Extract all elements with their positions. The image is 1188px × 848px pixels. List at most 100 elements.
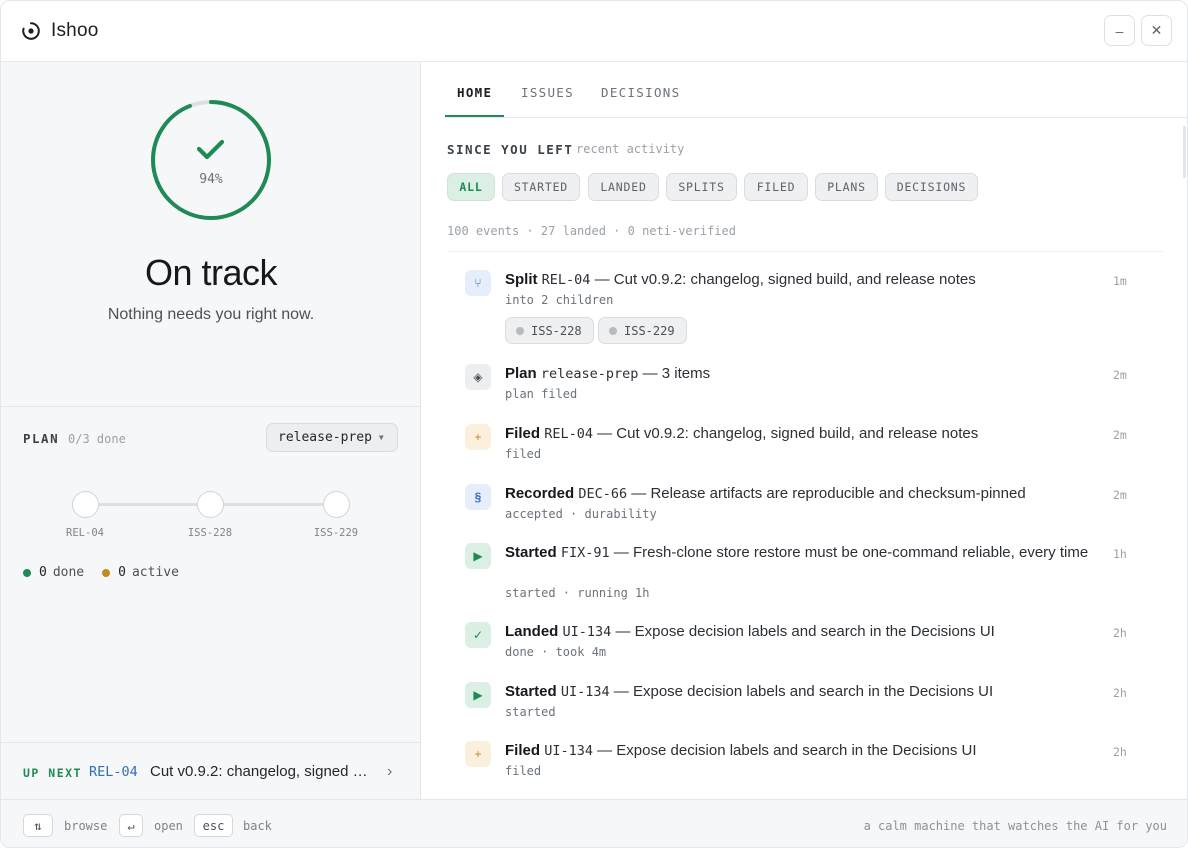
event-title: Recorded DEC-66 — Release artifacts are … xyxy=(505,484,1095,504)
event-meta: plan filed xyxy=(505,387,578,401)
progress-ring xyxy=(151,100,271,220)
footer-bar: ⇅ browse ↵ open esc back a calm machine … xyxy=(1,799,1187,847)
check-icon xyxy=(196,139,225,160)
child-issue-chip[interactable]: ISS-228 xyxy=(505,317,594,344)
filter-decisions[interactable]: DECISIONS xyxy=(885,173,978,201)
child-issue-chip[interactable]: ISS-229 xyxy=(598,317,687,344)
event-verb: Started xyxy=(505,544,557,561)
filter-all[interactable]: ALL xyxy=(447,173,495,201)
event-text: — Release artifacts are reproducible and… xyxy=(627,485,1026,502)
event-text: — Fresh-clone store restore must be one-… xyxy=(609,544,1089,561)
event-time: 2h xyxy=(1113,745,1127,759)
event-id: REL-04 xyxy=(544,426,593,442)
active-dot-icon xyxy=(102,568,111,577)
event-time: 2m xyxy=(1113,368,1127,382)
up-next-bar[interactable]: UP NEXT REL-04 Cut v0.9.2: changelog, si… xyxy=(1,742,420,799)
main-panel: HOME ISSUES DECISIONS SINCE YOU LEFT rec… xyxy=(421,62,1187,799)
event-title: Started UI-134 — Expose decision labels … xyxy=(505,682,1095,702)
activity-subheading: recent activity xyxy=(576,142,685,156)
event-verb: Split xyxy=(505,271,538,288)
kbd-back-key: esc xyxy=(194,814,233,837)
event-title: Filed REL-04 — Cut v0.9.2: changelog, si… xyxy=(505,424,1095,444)
caret-down-icon: ▼ xyxy=(378,433,384,442)
event-text: — Cut v0.9.2: changelog, signed build, a… xyxy=(592,425,979,442)
event-title: Started FIX-91 — Fresh-clone store resto… xyxy=(505,543,1095,563)
up-next-id: REL-04 xyxy=(89,764,138,780)
plan-select-value: release-prep xyxy=(278,430,372,445)
close-button[interactable]: ✕ xyxy=(1141,15,1172,46)
event-meta: accepted · durability xyxy=(505,507,657,521)
event-meta: done · took 4m xyxy=(505,645,607,659)
event-id: DEC-66 xyxy=(578,486,628,502)
event-title: Plan release-prep — 3 items xyxy=(505,364,1095,384)
event-meta: filed xyxy=(505,447,542,461)
filter-started[interactable]: STARTED xyxy=(502,173,580,201)
event-verb: Plan xyxy=(505,365,537,382)
filter-filed[interactable]: FILED xyxy=(744,173,808,201)
plan-node[interactable] xyxy=(197,491,224,518)
status-title: On track xyxy=(144,252,278,293)
app-window: Ishoo – ✕ 94% On track Nothing needs you… xyxy=(0,0,1188,848)
title-bar: Ishoo – ✕ xyxy=(1,1,1187,62)
section-icon: § xyxy=(465,484,491,510)
event-text: — Expose decision labels and search in t… xyxy=(609,683,994,700)
event-meta: filed xyxy=(505,764,542,778)
status-panel: 94% On track Nothing needs you right now… xyxy=(1,62,421,799)
kbd-back-label: back xyxy=(243,819,272,833)
app-title: Ishoo xyxy=(51,20,99,41)
kbd-open-key: ↵ xyxy=(119,814,143,837)
progress-percent: 94% xyxy=(199,172,223,187)
event-time: 1h xyxy=(1113,547,1127,561)
scrollbar[interactable] xyxy=(1183,126,1186,178)
event-meta: started xyxy=(505,705,556,719)
tab-decisions[interactable]: DECISIONS xyxy=(601,85,680,100)
chevron-right-icon: › xyxy=(387,763,393,780)
minus-icon: – xyxy=(1115,22,1124,39)
event-time: 2m xyxy=(1113,428,1127,442)
event-verb: Recorded xyxy=(505,485,575,502)
event-id: UI-134 xyxy=(544,743,593,759)
activity-stats: 100 events · 27 landed · 0 neti-verified xyxy=(447,224,736,238)
tab-bar: HOME ISSUES DECISIONS xyxy=(445,62,1187,118)
event-meta: started · running 1h xyxy=(505,586,650,600)
tab-home[interactable]: HOME xyxy=(457,85,492,100)
filter-plans[interactable]: PLANS xyxy=(815,173,878,201)
tab-issues[interactable]: ISSUES xyxy=(521,85,574,100)
plan-section: PLAN 0/3 done release-prep ▼ REL-04 ISS-… xyxy=(1,406,420,742)
plan-node-label: ISS-229 xyxy=(313,527,359,539)
event-verb: Landed xyxy=(505,623,559,640)
event-verb: Started xyxy=(505,683,557,700)
done-dot-icon xyxy=(23,568,31,577)
filter-splits[interactable]: SPLITS xyxy=(666,173,737,201)
child-issue-id: ISS-228 xyxy=(531,323,582,338)
plan-node[interactable] xyxy=(72,491,99,518)
app-logo-icon xyxy=(22,22,40,40)
done-count: 0 xyxy=(39,565,47,580)
event-id: UI-134 xyxy=(562,624,612,640)
done-label: done xyxy=(52,565,85,580)
event-verb: Filed xyxy=(505,742,541,759)
plan-select[interactable]: release-prep ▼ xyxy=(266,423,398,452)
event-meta: into 2 children xyxy=(505,293,614,307)
status-dot-icon xyxy=(609,326,617,335)
plan-node-label: ISS-228 xyxy=(187,527,233,539)
plan-node[interactable] xyxy=(323,491,350,518)
minimize-button[interactable]: – xyxy=(1104,15,1135,46)
event-time: 2m xyxy=(1113,488,1127,502)
play-icon: ▶ xyxy=(465,682,491,708)
status-subtitle: Nothing needs you right now. xyxy=(107,306,315,323)
split-icon: ⑂ xyxy=(465,270,491,296)
event-text: — Expose decision labels and search in t… xyxy=(592,742,977,759)
play-icon: ▶ xyxy=(465,543,491,569)
event-time: 1m xyxy=(1113,274,1127,288)
filter-landed[interactable]: LANDED xyxy=(588,173,659,201)
plan-node-label: REL-04 xyxy=(66,527,104,539)
event-time: 2h xyxy=(1113,686,1127,700)
plan-legend: 0 done 0 active xyxy=(23,565,179,580)
activity-heading: SINCE YOU LEFT xyxy=(447,142,574,157)
close-icon: ✕ xyxy=(1150,22,1163,38)
event-title: Split REL-04 — Cut v0.9.2: changelog, si… xyxy=(505,270,1095,290)
event-id: REL-04 xyxy=(541,272,591,288)
kbd-open-label: open xyxy=(154,819,183,833)
plus-icon: + xyxy=(465,741,491,767)
